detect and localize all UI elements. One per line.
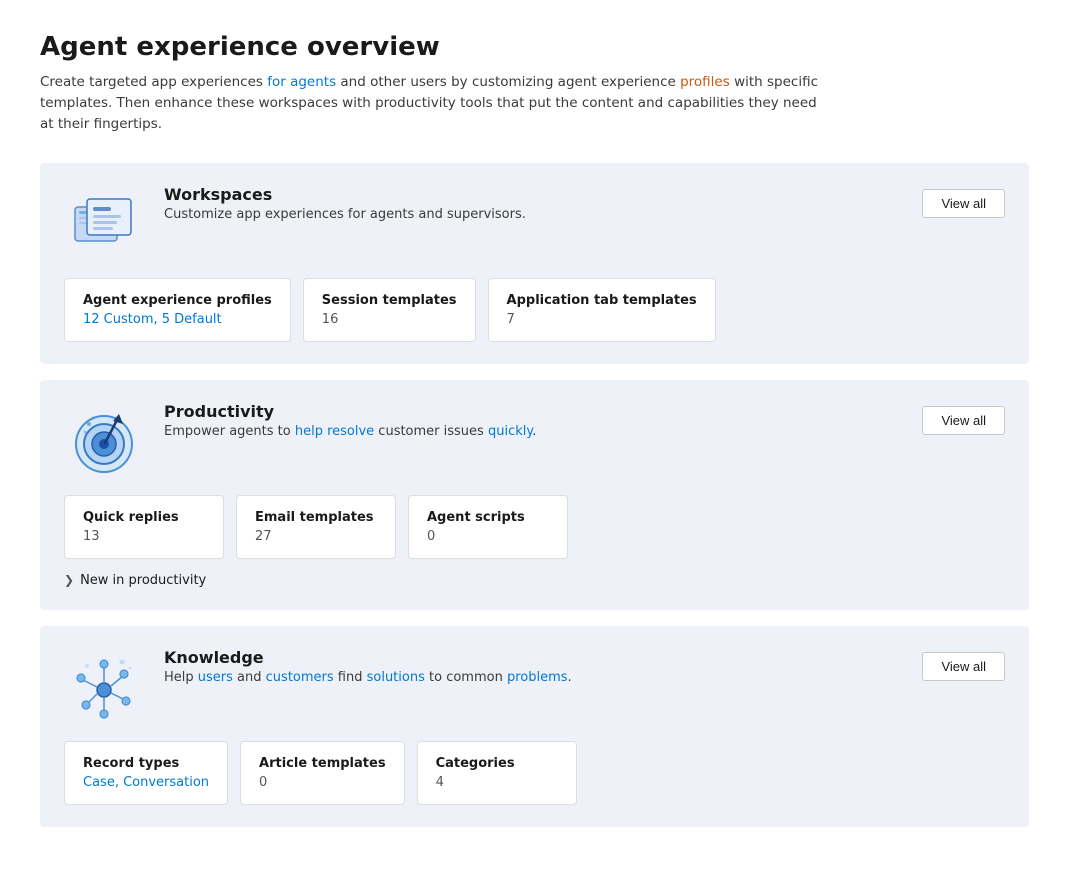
- tile-label: Email templates: [255, 510, 377, 525]
- chevron-right-icon: ❯: [64, 573, 74, 587]
- problems-link[interactable]: problems: [507, 670, 568, 685]
- tile-session-templates[interactable]: Session templates 16: [303, 278, 476, 342]
- customers-link[interactable]: customers: [266, 670, 334, 685]
- tile-value: Case, Conversation: [83, 775, 209, 790]
- productivity-icon: [64, 402, 144, 477]
- tile-label: Record types: [83, 756, 209, 771]
- tile-label: Agent experience profiles: [83, 293, 272, 308]
- knowledge-left: Knowledge Help users and customers find …: [64, 648, 572, 723]
- record-types-link[interactable]: Case, Conversation: [83, 775, 209, 790]
- profiles-link[interactable]: 12 Custom, 5 Default: [83, 312, 222, 327]
- tile-value: 27: [255, 529, 377, 544]
- desc-link-agents[interactable]: for agents: [267, 74, 336, 90]
- tile-value: 0: [259, 775, 386, 790]
- tile-value: 16: [322, 312, 457, 327]
- workspaces-subtitle: Customize app experiences for agents and…: [164, 207, 526, 222]
- knowledge-header: Knowledge Help users and customers find …: [64, 648, 1005, 723]
- tile-label: Session templates: [322, 293, 457, 308]
- workspaces-left: Workspaces Customize app experiences for…: [64, 185, 526, 260]
- tile-value: 4: [436, 775, 558, 790]
- productivity-view-all-button[interactable]: View all: [922, 406, 1005, 435]
- workspaces-info: Workspaces Customize app experiences for…: [164, 185, 526, 222]
- tile-quick-replies[interactable]: Quick replies 13: [64, 495, 224, 559]
- tile-agent-scripts[interactable]: Agent scripts 0: [408, 495, 568, 559]
- help-resolve-link[interactable]: help resolve: [295, 424, 374, 439]
- tile-label: Application tab templates: [507, 293, 697, 308]
- page-title: Agent experience overview: [40, 32, 1029, 62]
- productivity-title: Productivity: [164, 402, 536, 421]
- knowledge-tiles: Record types Case, Conversation Article …: [64, 741, 1005, 805]
- knowledge-subtitle: Help users and customers find solutions …: [164, 670, 572, 685]
- new-in-productivity-link[interactable]: ❯ New in productivity: [64, 573, 1005, 588]
- tile-value: 12 Custom, 5 Default: [83, 312, 272, 327]
- tile-label: Categories: [436, 756, 558, 771]
- tile-application-tab-templates[interactable]: Application tab templates 7: [488, 278, 716, 342]
- tile-record-types[interactable]: Record types Case, Conversation: [64, 741, 228, 805]
- workspaces-section: Workspaces Customize app experiences for…: [40, 163, 1029, 364]
- tile-label: Quick replies: [83, 510, 205, 525]
- new-in-productivity-label: New in productivity: [80, 573, 206, 588]
- tile-label: Agent scripts: [427, 510, 549, 525]
- productivity-header: Productivity Empower agents to help reso…: [64, 402, 1005, 477]
- productivity-left: Productivity Empower agents to help reso…: [64, 402, 536, 477]
- tile-categories[interactable]: Categories 4: [417, 741, 577, 805]
- quickly-link[interactable]: quickly: [488, 424, 532, 439]
- workspaces-tiles: Agent experience profiles 12 Custom, 5 D…: [64, 278, 1005, 342]
- tile-agent-experience-profiles[interactable]: Agent experience profiles 12 Custom, 5 D…: [64, 278, 291, 342]
- tile-article-templates[interactable]: Article templates 0: [240, 741, 405, 805]
- knowledge-info: Knowledge Help users and customers find …: [164, 648, 572, 685]
- desc-link-profiles[interactable]: profiles: [680, 74, 730, 90]
- tile-value: 13: [83, 529, 205, 544]
- productivity-subtitle: Empower agents to help resolve customer …: [164, 424, 536, 439]
- tile-email-templates[interactable]: Email templates 27: [236, 495, 396, 559]
- productivity-info: Productivity Empower agents to help reso…: [164, 402, 536, 439]
- knowledge-icon: [64, 648, 144, 723]
- solutions-link[interactable]: solutions: [367, 670, 425, 685]
- knowledge-title: Knowledge: [164, 648, 572, 667]
- workspaces-icon: [64, 185, 144, 260]
- knowledge-section: Knowledge Help users and customers find …: [40, 626, 1029, 827]
- users-link[interactable]: users: [198, 670, 233, 685]
- tile-label: Article templates: [259, 756, 386, 771]
- page-description: Create targeted app experiences for agen…: [40, 72, 820, 135]
- workspaces-view-all-button[interactable]: View all: [922, 189, 1005, 218]
- productivity-tiles: Quick replies 13 Email templates 27 Agen…: [64, 495, 1005, 559]
- workspaces-header: Workspaces Customize app experiences for…: [64, 185, 1005, 260]
- productivity-section: Productivity Empower agents to help reso…: [40, 380, 1029, 610]
- page-container: Agent experience overview Create targete…: [0, 0, 1069, 892]
- tile-value: 0: [427, 529, 549, 544]
- workspaces-title: Workspaces: [164, 185, 526, 204]
- tile-value: 7: [507, 312, 697, 327]
- knowledge-view-all-button[interactable]: View all: [922, 652, 1005, 681]
